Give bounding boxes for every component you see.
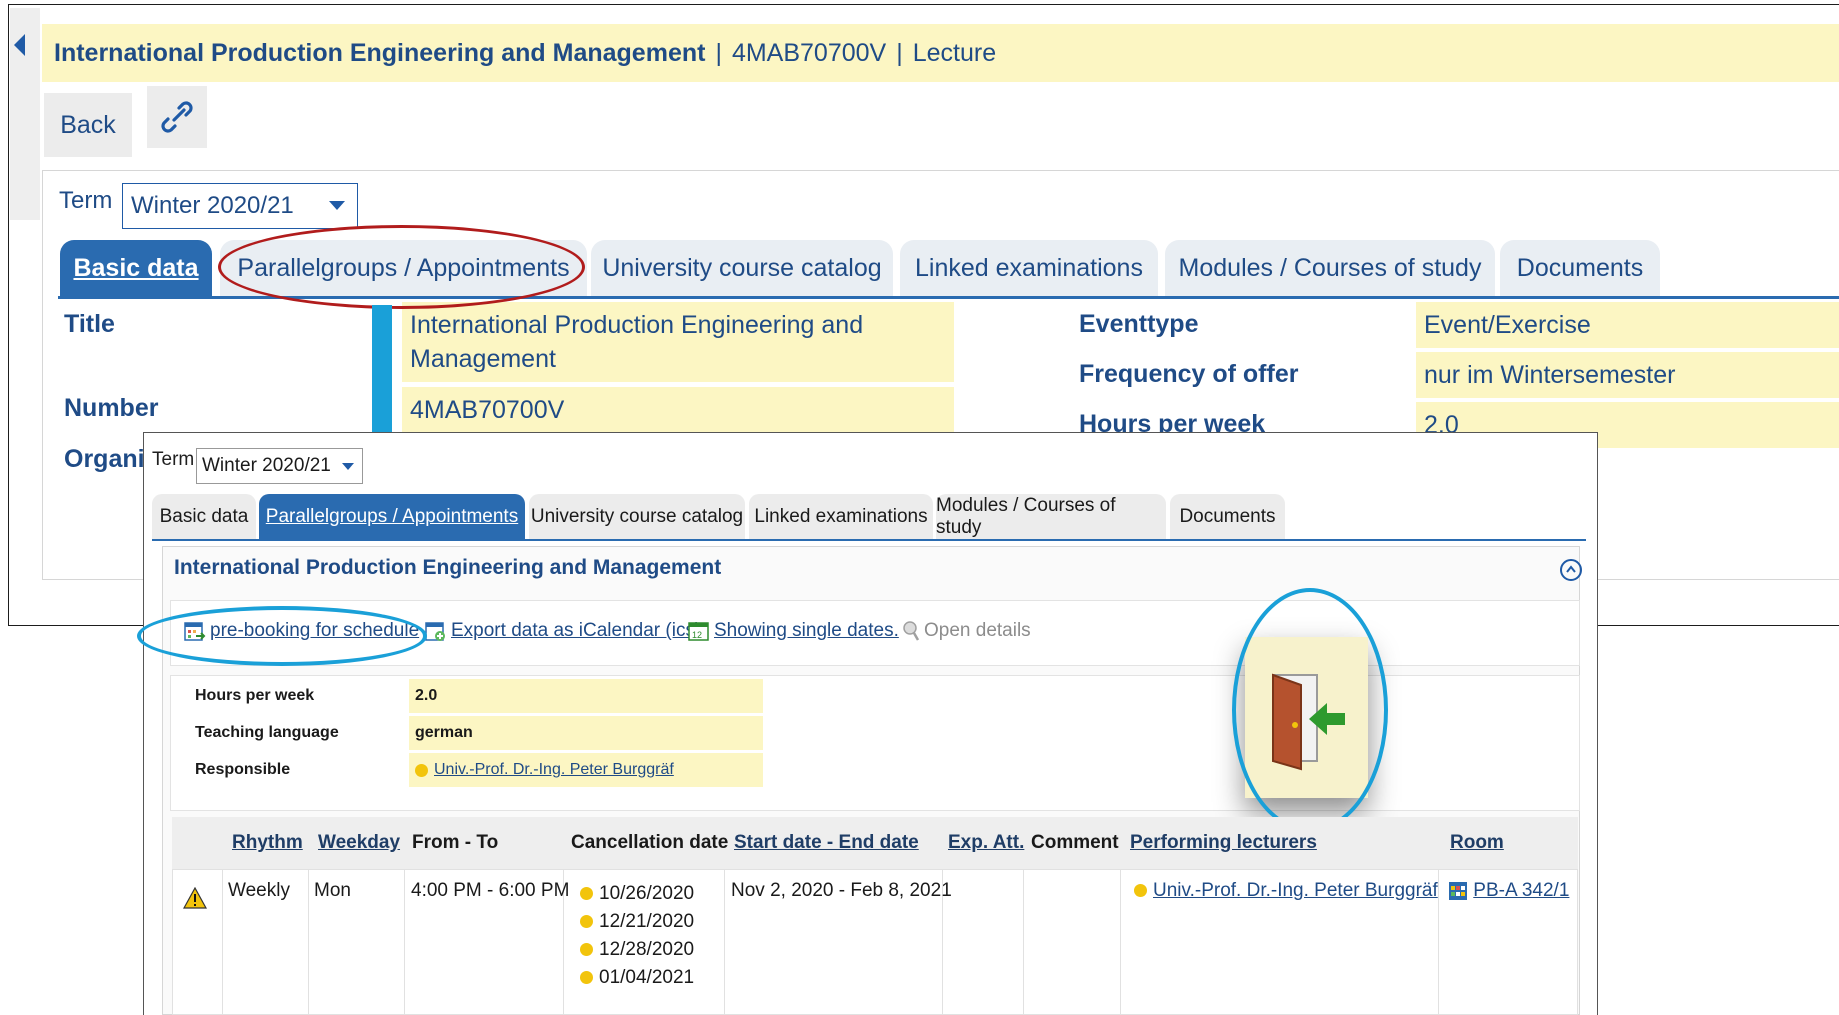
row-weekday: Mon [314,880,351,901]
column-divider [1120,869,1121,1015]
calendar-12-icon: 12 [688,622,709,641]
lecturer-link[interactable]: Univ.-Prof. Dr.-Ing. Peter Burggräf [1153,880,1438,901]
parallelgroup-title: International Production Engineering and… [174,556,722,579]
number-value: 4MAB70700V [402,387,954,433]
column-divider [1023,869,1024,1015]
page-title-bar: International Production Engineering and… [42,24,1839,82]
calendar-export-icon [425,622,445,641]
frequency-label: Frequency of offer [1079,360,1299,388]
row-rhythm: Weekly [228,880,290,901]
eventtype-value: Event/Exercise [1416,302,1839,348]
row-from-to: 4:00 PM - 6:00 PM [411,880,570,901]
col-from-to: From - To [412,832,499,853]
status-dot-icon [1134,884,1147,898]
open-details-link[interactable]: Open details [902,620,1031,642]
title-label: Title [64,310,115,338]
column-divider [1438,869,1439,1015]
popup-tab-underline [152,539,1586,541]
organisation-label: Organi [64,445,145,473]
title-separator: | [715,38,722,67]
single-dates-label: Showing single dates. [714,620,899,641]
list-item: 10/26/2020 [580,880,694,908]
room-grid-icon [1449,881,1467,900]
single-dates-link[interactable]: 12 Showing single dates. [688,620,899,642]
column-divider [724,869,725,1015]
popup-tab-documents[interactable]: Documents [1170,494,1285,540]
course-title: International Production Engineering and… [54,38,706,67]
list-item: 12/28/2020 [580,936,694,964]
popup-tab-parallelgroups[interactable]: Parallelgroups / Appointments [259,494,525,540]
highlight-ellipse-red [218,225,585,309]
term-select-value: Winter 2020/21 [131,192,294,219]
warning-icon [183,887,207,909]
responsible-person-link[interactable]: Univ.-Prof. Dr.-Ing. Peter Burggräf [434,761,674,779]
title-value: International Production Engineering and… [402,302,954,382]
back-button[interactable]: Back [44,93,132,157]
popup-tab-linked-examinations[interactable]: Linked examinations [749,494,933,540]
collapse-arrow-icon[interactable] [14,34,25,56]
detail-language-label: Teaching language [195,724,339,741]
tab-linked-examinations[interactable]: Linked examinations [900,240,1158,296]
frequency-value: nur im Wintersemester [1416,352,1839,398]
detail-hours-label: Hours per week [195,687,315,704]
chain-link-icon [161,101,193,133]
tab-modules-courses[interactable]: Modules / Courses of study [1165,240,1495,296]
col-rhythm[interactable]: Rhythm [232,832,303,854]
list-item: 01/04/2021 [580,964,694,992]
popup-term-label: Term [152,449,195,470]
popup-tab-modules-courses[interactable]: Modules / Courses of study [936,494,1166,540]
highlight-ellipse-cyan-prebook [137,606,427,666]
status-dot-icon [415,763,428,777]
term-select[interactable]: Winter 2020/21 [122,183,358,229]
popup-tab-basic-data[interactable]: Basic data [152,494,256,540]
detail-responsible-label: Responsible [195,761,291,778]
row-lecturer: Univ.-Prof. Dr.-Ing. Peter Burggräf [1134,880,1438,902]
course-number: 4MAB70700V [731,38,887,67]
detail-hours-value: 2.0 [409,679,763,713]
collapse-up-icon[interactable] [1560,559,1582,581]
popup-tab-university-course-catalog[interactable]: University course catalog [529,494,745,540]
popup-term-select[interactable]: Winter 2020/21 [196,448,363,484]
open-details-label: Open details [924,620,1031,641]
export-icalendar-label: Export data as iCalendar (ics) [451,620,702,641]
svg-text:12: 12 [692,630,702,640]
col-weekday[interactable]: Weekday [318,832,400,854]
tab-documents[interactable]: Documents [1500,240,1660,296]
popup-term-value: Winter 2020/21 [202,455,331,476]
eventtype-label: Eventtype [1079,310,1199,338]
magnifier-icon [903,621,920,641]
export-icalendar-link[interactable]: Export data as iCalendar (ics) [425,620,701,642]
column-divider [404,869,405,1015]
col-start-end-date[interactable]: Start date - End date [734,832,919,854]
tab-basic-data[interactable]: Basic data [60,240,212,296]
col-cancellation-date: Cancellation date [571,832,729,853]
tab-university-course-catalog[interactable]: University course catalog [591,240,893,296]
row-start-end: Nov 2, 2020 - Feb 8, 2021 [731,880,952,901]
list-item: 12/21/2020 [580,908,694,936]
col-comment: Comment [1031,832,1119,853]
col-expected-attendance[interactable]: Exp. Att. [948,832,1024,854]
detail-responsible-value: Univ.-Prof. Dr.-Ing. Peter Burggräf [409,753,763,787]
course-type: Lecture [912,38,997,67]
permalink-button[interactable] [147,86,207,148]
number-label: Number [64,394,159,422]
column-divider [222,869,223,1015]
title-separator: | [896,38,903,67]
cancellation-dates-list: 10/26/2020 12/21/2020 12/28/2020 01/04/2… [580,880,694,992]
col-performing-lecturers[interactable]: Performing lecturers [1130,832,1317,854]
column-divider [308,869,309,1015]
term-label: Term [59,187,113,214]
chevron-down-icon [329,201,345,210]
detail-language-value: german [409,716,763,750]
chevron-down-icon [342,463,354,470]
col-room[interactable]: Room [1450,832,1504,854]
highlight-ellipse-cyan-icon [1232,588,1388,832]
room-link[interactable]: PB-A 342/1 [1473,880,1569,901]
row-room: PB-A 342/1 [1448,880,1569,902]
